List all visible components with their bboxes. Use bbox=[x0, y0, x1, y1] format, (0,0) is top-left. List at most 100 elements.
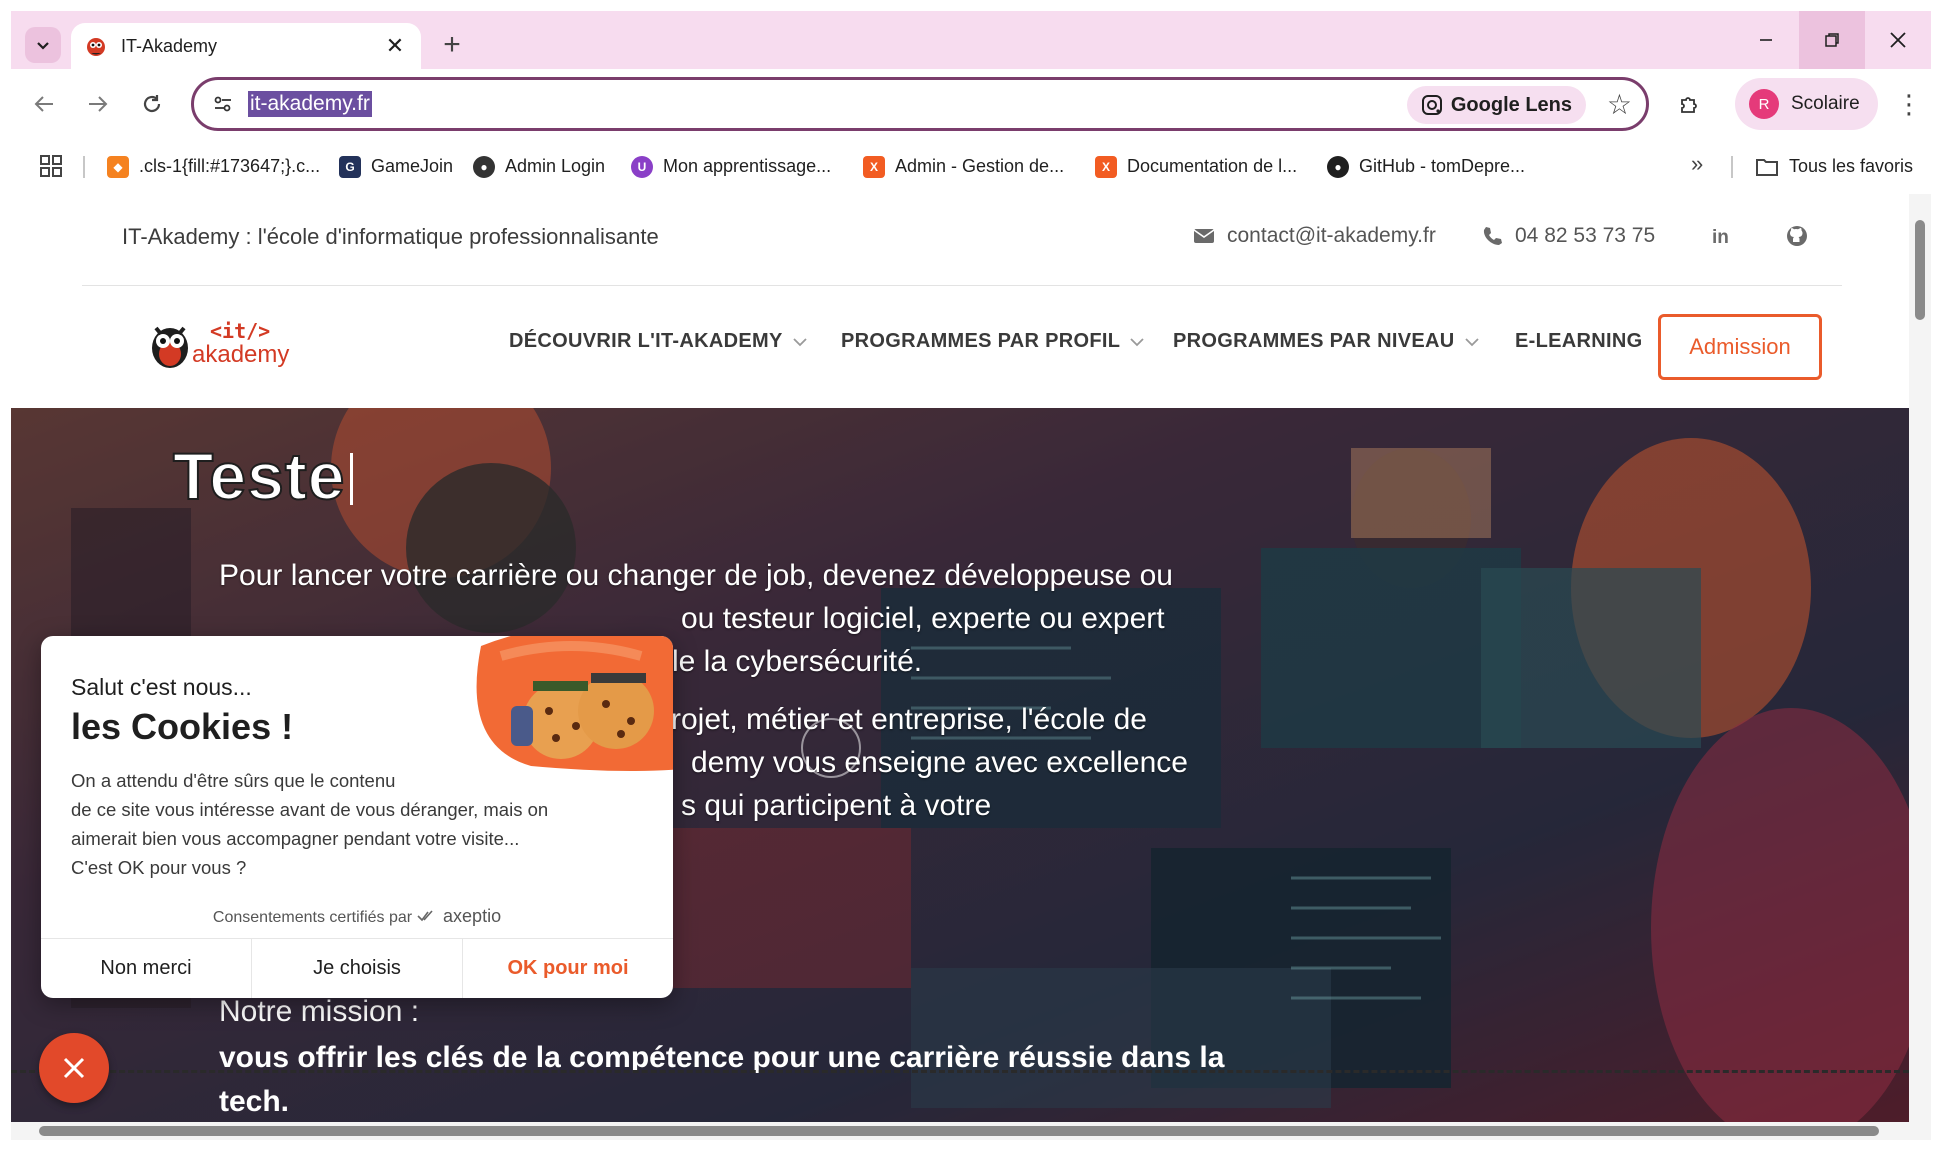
site-info-icon[interactable] bbox=[208, 89, 238, 119]
chevron-down-icon bbox=[37, 42, 49, 50]
profile-button[interactable]: R Scolaire bbox=[1735, 78, 1878, 130]
extensions-button[interactable] bbox=[1671, 85, 1709, 123]
active-tab[interactable]: IT-Akademy ✕ bbox=[71, 23, 421, 69]
cookie-message: On a attendu d'être sûrs que le contenu … bbox=[71, 770, 549, 878]
accept-cookies-button[interactable]: OK pour moi bbox=[463, 939, 673, 998]
bookmark-item[interactable]: G GameJoin bbox=[339, 139, 453, 194]
owl-logo-icon bbox=[152, 326, 188, 368]
profile-label: Scolaire bbox=[1791, 93, 1860, 114]
reload-icon bbox=[143, 95, 161, 113]
learning-icon: U bbox=[631, 155, 653, 178]
linkedin-icon[interactable]: in bbox=[1710, 224, 1734, 248]
logo-top-text: <it/> bbox=[210, 319, 270, 343]
browser-toolbar: it-akademy.fr Google Lens ☆ R Scolaire ⋮ bbox=[11, 69, 1931, 139]
close-icon bbox=[1890, 32, 1906, 48]
refuse-cookies-button[interactable]: Non merci bbox=[41, 939, 252, 998]
phone-icon bbox=[1483, 227, 1502, 245]
nav-item-elearning[interactable]: E-LEARNING bbox=[1515, 330, 1642, 353]
chevron-down-icon bbox=[1464, 337, 1479, 346]
consent-certification: Consentements certifiés par axeptio bbox=[212, 906, 502, 926]
vertical-scrollbar[interactable] bbox=[1909, 194, 1931, 1122]
apps-grid-icon[interactable] bbox=[39, 154, 63, 178]
bookmark-item[interactable]: ◆ .cls-1{fill:#173647;}.c... bbox=[107, 139, 320, 194]
axeptio-check-icon bbox=[417, 910, 433, 922]
github-icon: ● bbox=[1327, 155, 1349, 178]
bookmark-item[interactable]: ● GitHub - tomDepre... bbox=[1327, 139, 1525, 194]
horizontal-scrollbar[interactable] bbox=[11, 1122, 1931, 1140]
loading-spinner bbox=[801, 718, 861, 778]
bookmarks-separator bbox=[83, 156, 85, 178]
arrow-left-icon bbox=[34, 96, 53, 112]
tab-strip: IT-Akademy ✕ + bbox=[11, 11, 1931, 69]
admission-button[interactable]: Admission bbox=[1658, 314, 1822, 380]
close-window-button[interactable] bbox=[1865, 11, 1931, 69]
bookmark-star-icon[interactable]: ☆ bbox=[1607, 90, 1632, 120]
globe-icon: ● bbox=[473, 155, 495, 178]
bookmark-item[interactable]: X Admin - Gestion de... bbox=[863, 139, 1064, 194]
phone-link[interactable]: 04 82 53 73 75 bbox=[1481, 224, 1655, 248]
chevron-down-icon bbox=[792, 337, 807, 346]
email-link[interactable]: contact@it-akademy.fr bbox=[1193, 224, 1436, 248]
bookmark-item[interactable]: X Documentation de l... bbox=[1095, 139, 1297, 194]
typing-caret bbox=[349, 453, 353, 505]
mission-text: vous offrir les clés de la compétence po… bbox=[219, 1041, 1225, 1118]
avatar: R bbox=[1749, 89, 1779, 119]
browser-menu-icon[interactable]: ⋮ bbox=[1896, 85, 1922, 123]
site-logo[interactable]: <it/> akademy bbox=[148, 316, 298, 372]
page-fold-line bbox=[11, 1070, 1909, 1073]
cookie-greeting: Salut c'est nous... bbox=[71, 674, 252, 700]
close-cookie-widget-button[interactable] bbox=[39, 1033, 109, 1103]
axeptio-brand[interactable]: axeptio bbox=[443, 906, 501, 926]
bookmark-item[interactable]: U Mon apprentissage... bbox=[631, 139, 831, 194]
minimize-button[interactable] bbox=[1733, 11, 1799, 69]
cookie-mascot-illustration bbox=[476, 636, 673, 771]
puzzle-icon bbox=[1681, 97, 1697, 113]
bookmarks-separator bbox=[1731, 156, 1733, 178]
choose-cookies-button[interactable]: Je choisis bbox=[252, 939, 463, 998]
close-tab-icon[interactable]: ✕ bbox=[383, 33, 407, 59]
site-top-bar: IT-Akademy : l'école d'informatique prof… bbox=[11, 194, 1909, 286]
nav-item-profil[interactable]: PROGRAMMES PAR PROFIL bbox=[841, 330, 1144, 353]
cookie-buttons: Non merci Je choisis OK pour moi bbox=[41, 938, 673, 998]
mission-label: Notre mission : bbox=[219, 995, 420, 1028]
envelope-icon bbox=[1193, 229, 1215, 243]
github-icon[interactable] bbox=[1785, 224, 1809, 248]
restore-icon bbox=[1825, 33, 1839, 47]
site-tagline: IT-Akademy : l'école d'informatique prof… bbox=[122, 224, 659, 249]
cookie-title: les Cookies ! bbox=[71, 706, 294, 747]
scrollbar-thumb[interactable] bbox=[39, 1126, 1879, 1136]
bookmark-item[interactable]: ● Admin Login bbox=[473, 139, 605, 194]
owl-favicon-icon bbox=[87, 38, 105, 56]
lens-label: Google Lens bbox=[1450, 93, 1572, 116]
close-icon bbox=[63, 1057, 85, 1079]
tab-title: IT-Akademy bbox=[121, 35, 218, 56]
lens-icon bbox=[1421, 95, 1442, 115]
forward-button[interactable] bbox=[79, 85, 117, 123]
address-bar[interactable]: it-akademy.fr Google Lens ☆ bbox=[191, 77, 1649, 131]
scrollbar-thumb[interactable] bbox=[1915, 220, 1925, 320]
arrow-right-icon bbox=[89, 96, 108, 112]
new-tab-button[interactable]: + bbox=[437, 30, 467, 61]
url-text[interactable]: it-akademy.fr bbox=[248, 91, 372, 117]
xampp-icon: X bbox=[863, 155, 885, 178]
site-navbar: <it/> akademy DÉCOUVRIR L'IT-AKADEMY PRO… bbox=[11, 286, 1909, 408]
restore-button[interactable] bbox=[1799, 11, 1865, 69]
minimize-icon bbox=[1760, 39, 1772, 41]
nav-item-decouvrir[interactable]: DÉCOUVRIR L'IT-AKADEMY bbox=[509, 330, 807, 353]
gamejoin-icon: G bbox=[339, 155, 361, 178]
back-button[interactable] bbox=[25, 85, 63, 123]
logo-bottom-text: akademy bbox=[192, 341, 289, 368]
more-bookmarks-button[interactable]: » bbox=[1691, 151, 1703, 177]
reload-button[interactable] bbox=[133, 85, 171, 123]
browser-chrome: IT-Akademy ✕ + it-akademy.fr Google Lens… bbox=[11, 11, 1931, 194]
tab-search-button[interactable] bbox=[25, 27, 61, 63]
all-bookmarks-button[interactable]: Tous les favoris bbox=[1755, 139, 1913, 194]
google-lens-button[interactable]: Google Lens bbox=[1406, 86, 1586, 124]
folder-icon bbox=[1756, 158, 1778, 176]
chevron-down-icon bbox=[1130, 337, 1144, 346]
nav-item-niveau[interactable]: PROGRAMMES PAR NIVEAU bbox=[1173, 330, 1479, 353]
xampp-icon: X bbox=[1095, 155, 1117, 178]
cat-icon: ◆ bbox=[107, 155, 129, 178]
bookmarks-bar: ◆ .cls-1{fill:#173647;}.c... G GameJoin ● A… bbox=[11, 139, 1931, 194]
hero-title: Teste bbox=[172, 438, 353, 514]
